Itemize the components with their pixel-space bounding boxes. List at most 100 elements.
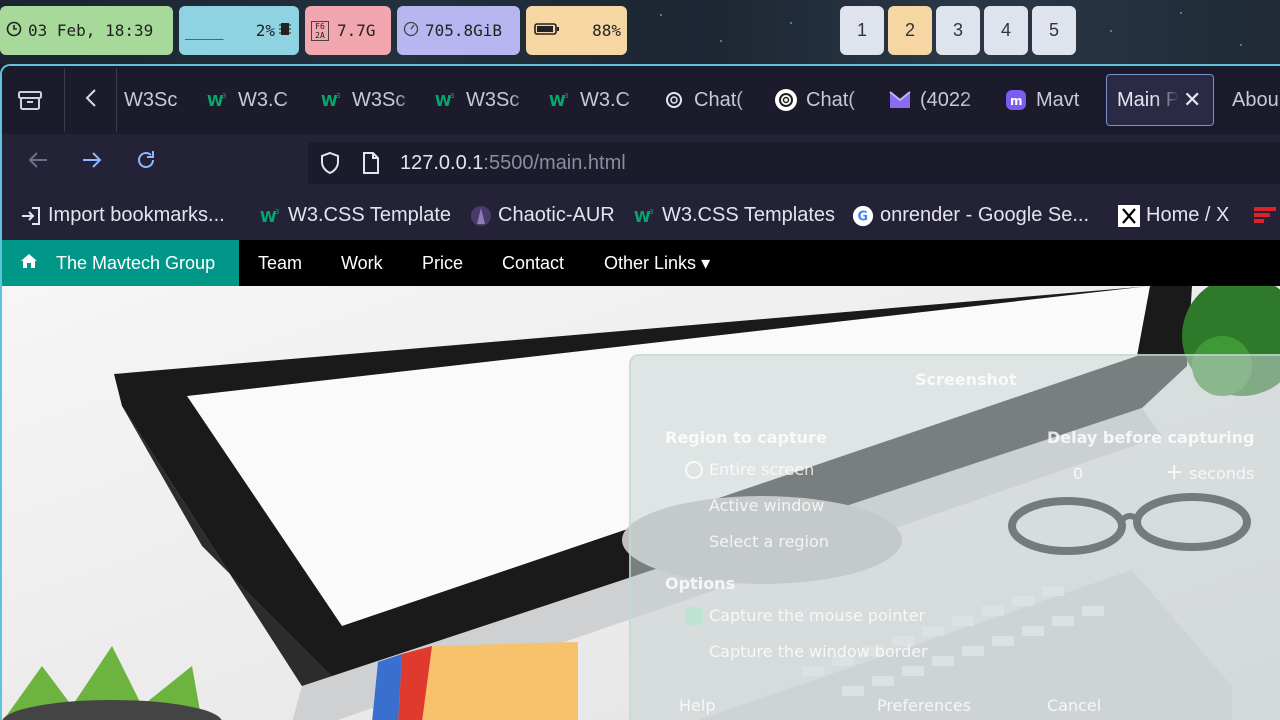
browser-tab[interactable]: W3 W3Sc [320, 74, 420, 126]
preferences-button[interactable]: Preferences [877, 696, 971, 715]
screenshot-dialog-overlay: Screenshot Region to capture Entire scre… [629, 354, 1280, 720]
memory-widget[interactable]: F6 2A 7.7G [305, 6, 391, 55]
battery-widget[interactable]: 88% [526, 6, 627, 55]
tab-title: W3Sc [124, 88, 178, 111]
battery-icon [534, 21, 560, 40]
delay-heading: Delay before capturing [1047, 428, 1255, 447]
active-window-option[interactable]: Active window [709, 496, 824, 515]
disk-icon [403, 21, 419, 41]
workspace-3[interactable]: 3 [936, 6, 980, 55]
browser-tab[interactable]: Chat( [774, 74, 874, 126]
bookmark-overflow-icon[interactable] [1254, 204, 1276, 226]
clock-widget[interactable]: 03 Feb, 18:39 [0, 6, 173, 55]
hero-image: Screenshot Region to capture Entire scre… [2, 286, 1280, 720]
shield-icon[interactable] [318, 151, 342, 180]
google-icon: G [852, 205, 874, 227]
brand-link[interactable]: The Mavtech Group [2, 240, 239, 286]
browser-tab[interactable]: (4022 [888, 74, 988, 126]
chaotic-aur-icon [470, 205, 492, 227]
disk-widget[interactable]: 705.8GiB [397, 6, 520, 55]
workspace-1[interactable]: 1 [840, 6, 884, 55]
active-tab[interactable]: Main P ✕ [1106, 74, 1214, 126]
cpu-widget[interactable]: ____ 2% [179, 6, 299, 55]
browser-tab[interactable]: Abou [1232, 74, 1280, 126]
caret-down-icon: ▾ [701, 253, 711, 273]
openai-icon [662, 88, 686, 112]
nav-team[interactable]: Team [258, 253, 302, 274]
svg-text:m: m [1010, 94, 1023, 108]
w3-icon: W3 [548, 88, 572, 112]
address-bar[interactable]: 127.0.0.1:5500/main.html [308, 142, 1280, 184]
back-icon[interactable] [26, 148, 50, 179]
tab-title: W3Sc [352, 88, 406, 111]
browser-tab[interactable]: W3Sc [124, 74, 194, 126]
tab-title: Chat( [694, 88, 743, 111]
browser-tab[interactable]: W3 W3.C [548, 74, 648, 126]
w3-icon: W3 [320, 88, 344, 112]
nav-contact[interactable]: Contact [502, 253, 564, 274]
svg-text:3: 3 [564, 92, 568, 100]
tab-title: Abou [1232, 88, 1279, 111]
clock-icon [6, 21, 22, 41]
bookmarks-bar: Import bookmarks... W3 W3.CSS Template C… [2, 190, 1280, 240]
w3-icon: W3 [260, 205, 282, 227]
tab-title: (4022 [920, 88, 972, 111]
tab-title: W3.C [580, 88, 630, 111]
options-heading: Options [665, 574, 736, 593]
workspace-2[interactable]: 2 [888, 6, 932, 55]
workspace-5[interactable]: 5 [1032, 6, 1076, 55]
svg-text:3: 3 [336, 92, 340, 100]
delay-value[interactable]: 0 [1073, 464, 1083, 483]
browser-tab[interactable]: m Mavt [1004, 74, 1104, 126]
page-info-icon[interactable] [360, 151, 382, 180]
mastodon-icon: m [1004, 88, 1028, 112]
nav-price[interactable]: Price [422, 253, 463, 274]
bookmark-w3css-template[interactable]: W3 W3.CSS Template [260, 204, 451, 227]
capture-border-checkbox[interactable]: Capture the window border [709, 642, 928, 661]
bookmark-onrender-google[interactable]: G onrender - Google Se... [852, 204, 1089, 227]
clock-text: 03 Feb, 18:39 [28, 21, 154, 40]
nav-other-links-dropdown[interactable]: Other Links ▾ [604, 253, 710, 274]
memory-icon: F6 2A [311, 20, 329, 41]
browser-tab[interactable]: W3 W3Sc [434, 74, 534, 126]
browser-window: W3Sc W3 W3.C W3 W3Sc W3 W3Sc W3 W3.C Cha… [0, 64, 1280, 720]
tab-overview-icon[interactable] [16, 88, 44, 112]
nav-work[interactable]: Work [341, 253, 383, 274]
bookmark-w3css-templates[interactable]: W3 W3.CSS Templates [634, 204, 835, 227]
divider [116, 68, 117, 132]
browser-tab[interactable]: W3 W3.C [206, 74, 306, 126]
capture-pointer-checkbox[interactable]: Capture the mouse pointer [685, 606, 925, 625]
svg-text:3: 3 [649, 208, 653, 216]
scroll-tabs-left-icon[interactable] [84, 86, 98, 116]
close-tab-icon[interactable]: ✕ [1183, 87, 1201, 113]
divider [64, 68, 65, 132]
workspace-4[interactable]: 4 [984, 6, 1028, 55]
bookmark-chaotic-aur[interactable]: Chaotic-AUR [470, 204, 615, 227]
delay-unit: seconds [1189, 464, 1255, 483]
import-icon [20, 205, 42, 227]
url-text: 127.0.0.1:5500/main.html [400, 152, 626, 174]
region-heading: Region to capture [665, 428, 827, 447]
increase-delay-icon[interactable]: + [1165, 460, 1183, 485]
browser-tab[interactable]: Chat( [662, 74, 762, 126]
tab-title: Mavt [1036, 88, 1080, 111]
help-button[interactable]: Help [679, 696, 715, 715]
home-icon [20, 253, 38, 274]
reload-icon[interactable] [134, 148, 158, 179]
cancel-button[interactable]: Cancel [1047, 696, 1101, 715]
dialog-title: Screenshot [915, 370, 1017, 389]
bookmark-home-x[interactable]: Home / X [1118, 204, 1229, 227]
select-region-option[interactable]: Select a region [709, 532, 829, 551]
bookmark-import[interactable]: Import bookmarks... [20, 204, 225, 227]
tab-strip: W3Sc W3 W3.C W3 W3Sc W3 W3Sc W3 W3.C Cha… [2, 66, 1280, 134]
tab-title: W3Sc [466, 88, 520, 111]
site-navbar: The Mavtech Group Team Work Price Contac… [2, 240, 1280, 286]
cpu-chip-icon [279, 21, 291, 41]
cpu-text: 2% [255, 21, 275, 40]
battery-text: 88% [592, 21, 621, 40]
system-bar: 03 Feb, 18:39 ____ 2% F6 2A 7.7G 705.8Gi… [0, 0, 1280, 64]
svg-text:3: 3 [275, 208, 279, 216]
forward-icon[interactable] [80, 148, 104, 179]
entire-screen-option[interactable]: Entire screen [685, 460, 814, 479]
tab-title: W3.C [238, 88, 288, 111]
